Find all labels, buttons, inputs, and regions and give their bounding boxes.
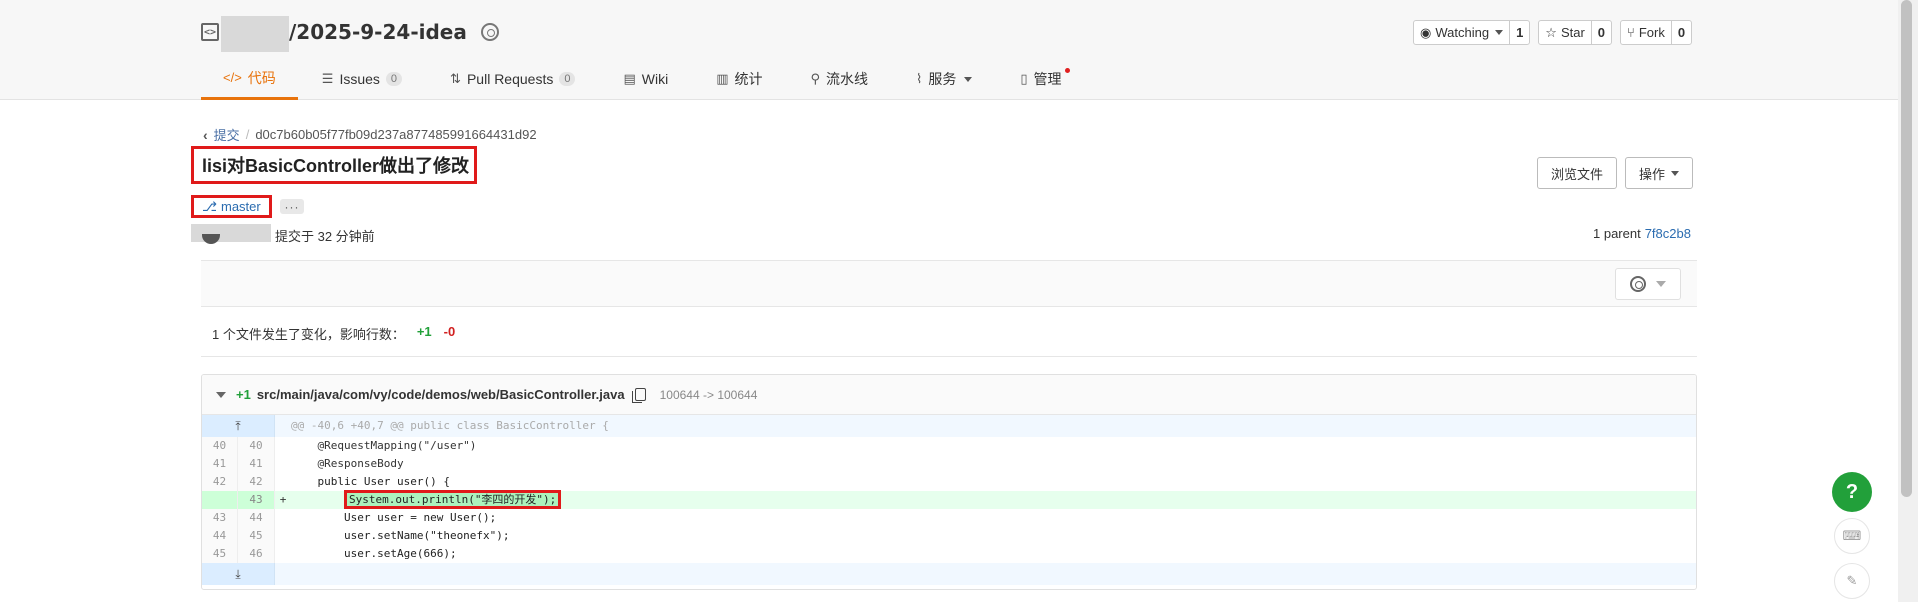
tab-wiki[interactable]: ▤ Wiki [599,58,692,100]
manage-icon: ▯ [1020,71,1028,86]
diff-settings-button[interactable] [1615,268,1681,300]
file-additions: +1 [236,387,251,402]
stats-icon: ▥ [716,71,729,86]
fork-button[interactable]: ⑂ Fork 0 [1620,20,1693,45]
hunk-footer: ⤓ [202,563,1696,585]
help-button[interactable]: ? [1832,472,1872,512]
edit-icon: ✎ [1846,573,1858,588]
deletions-count: -0 [443,324,456,339]
diff-settings-bar [201,260,1697,307]
diff-line: 45 46 user.setAge(666); [202,545,1696,563]
code-icon: </> [223,70,242,85]
tab-pipeline[interactable]: ⚲ 流水线 [787,58,893,100]
wiki-icon: ▤ [623,71,636,86]
watch-count[interactable]: 1 [1509,21,1529,44]
chevron-down-icon [1495,30,1504,35]
repo-actions: ◉ Watching 1 ☆ Star 0 ⑂ Fork 0 [1413,20,1693,45]
file-path[interactable]: src/main/java/com/vy/code/demos/web/Basi… [257,387,625,402]
star-icon: ☆ [1545,24,1557,40]
parent-info: 1 parent 7f8c2b8 [1593,226,1691,241]
breadcrumb-commit-sha: d0c7b60b05f77fb09d237a877485991664431d92 [255,127,537,142]
eye-icon: ◉ [1420,24,1432,40]
copy-icon[interactable] [631,388,646,403]
edit-button[interactable]: ✎ [1834,563,1870,599]
pull-request-icon: ⇅ [450,71,461,86]
chevron-down-icon [1656,281,1666,287]
breadcrumb: ‹ 提交 / d0c7b60b05f77fb09d237a87748599166… [203,125,537,144]
notification-dot [1064,68,1070,73]
star-button[interactable]: ☆ Star 0 [1538,20,1613,45]
chevron-down-icon [964,76,973,82]
scrollbar-thumb[interactable] [1901,0,1912,497]
service-icon: ⌇ [916,71,923,86]
parent-sha-link[interactable]: 7f8c2b8 [1645,226,1691,241]
diff-line: 42 42 public User user() { [202,473,1696,491]
diff-file-header: +1 src/main/java/com/vy/code/demos/web/B… [202,375,1696,415]
tab-issues[interactable]: ☰ Issues 0 [298,58,426,100]
pipeline-icon: ⚲ [810,71,821,86]
commit-actions: 浏览文件 操作 [1537,157,1694,189]
pull-requests-count: 0 [559,72,576,86]
feedback-button[interactable]: ⌨ [1834,518,1870,554]
additions-count: +1 [416,324,432,339]
collapse-toggle-icon[interactable] [216,391,226,398]
owner-name-redacted [221,16,289,52]
browse-files-button[interactable]: 浏览文件 [1537,157,1618,189]
diff-line-added: 43 + System.out.println("李四的开发"); [202,490,1696,509]
branch-tag[interactable]: ⎇ master [191,195,272,218]
more-branches-button[interactable]: ··· [280,199,304,214]
gear-icon [1630,276,1646,292]
diff-line: 43 44 User user = new User(); [202,509,1696,527]
operations-button[interactable]: 操作 [1625,157,1694,189]
diff-line: 40 40 @RequestMapping("/user") [202,437,1696,455]
change-summary: 1 个文件发生了变化，影响行数： +1 -0 [212,324,456,342]
tab-code[interactable]: </> 代码 [201,58,298,100]
tab-stats[interactable]: ▥ 统计 [692,58,786,100]
issues-icon: ☰ [321,71,334,86]
repo-name[interactable]: /2025-9-24-idea [289,20,467,44]
star-count[interactable]: 0 [1590,21,1611,44]
tab-pull-requests[interactable]: ⇅ Pull Requests 0 [426,58,599,100]
expand-up-icon[interactable]: ⤒ [202,415,275,437]
award-badge-icon[interactable] [480,23,499,41]
code-comment-icon: ⌨ [1842,528,1862,543]
divider [201,356,1697,357]
diff-line: 44 45 user.setName("theonefx"); [202,527,1696,545]
commit-title: lisi对BasicController做出了修改 [191,146,477,184]
fork-count[interactable]: 0 [1670,21,1691,44]
watch-button[interactable]: ◉ Watching 1 [1413,20,1531,45]
diff-line: 41 41 @ResponseBody [202,455,1696,473]
diff-file: +1 src/main/java/com/vy/code/demos/web/B… [201,374,1697,590]
file-mode: 100644 -> 100644 [659,387,758,402]
hunk-header: ⤒ @@ -40,6 +40,7 @@ public class BasicCo… [202,415,1696,437]
branch-icon: ⎇ [202,198,217,214]
expand-down-icon[interactable]: ⤓ [202,563,275,585]
breadcrumb-commits-link[interactable]: 提交 [214,125,240,144]
commit-time: 提交于 32 分钟前 [275,229,375,244]
issues-count: 0 [385,72,403,86]
chevron-left-icon[interactable]: ‹ [203,127,208,143]
highlighted-added-code: System.out.println("李四的开发"); [343,490,562,509]
breadcrumb-separator: / [245,127,250,142]
fork-icon: ⑂ [1627,25,1635,40]
repo-title: <> /2025-9-24-idea [201,16,499,52]
tab-service[interactable]: ⌇ 服务 [892,58,996,100]
tab-manage[interactable]: ▯ 管理 [996,58,1085,100]
repo-code-icon: <> [201,23,219,41]
avatar[interactable] [202,234,220,244]
chevron-down-icon [1671,170,1680,176]
repo-tabs: </> 代码 ☰ Issues 0 ⇅ Pull Requests 0 ▤ Wi… [201,58,1086,100]
